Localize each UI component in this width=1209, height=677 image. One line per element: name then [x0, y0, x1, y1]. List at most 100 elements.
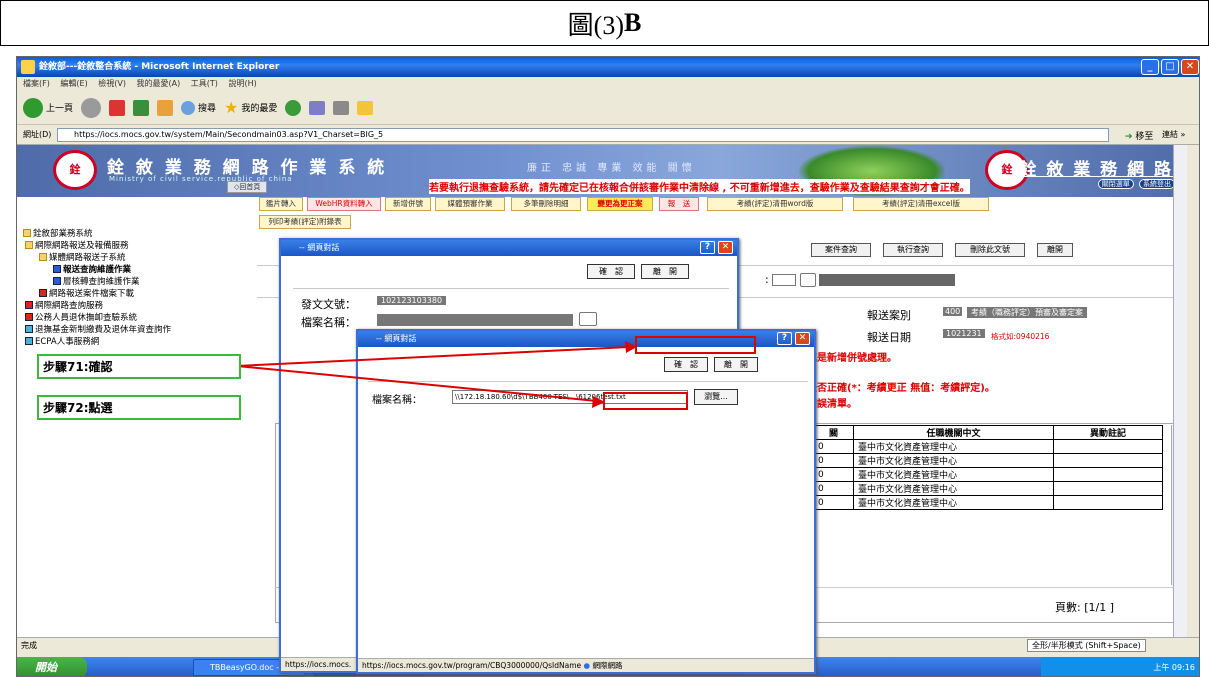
- ime-indicator[interactable]: 全形/半形模式 (Shift+Space): [1027, 639, 1146, 652]
- nav-item-online-query[interactable]: 網際網路查詢服務: [25, 299, 103, 311]
- dialog-2-close-button[interactable]: ✕: [795, 332, 810, 345]
- home-button[interactable]: [157, 99, 174, 116]
- btn-multi-delete[interactable]: 多筆刪除明細: [511, 197, 581, 211]
- page-scrollbar[interactable]: [1173, 145, 1187, 637]
- browse-button[interactable]: 瀏覽...: [694, 389, 738, 405]
- btn-webhr-import[interactable]: WebHR資料轉入: [307, 197, 381, 211]
- stop-button[interactable]: [109, 99, 126, 116]
- book-icon: [39, 289, 47, 297]
- table-row[interactable]: 0 臺中市文化資產管理中心: [813, 467, 1163, 482]
- help-button[interactable]: ?: [700, 241, 715, 254]
- nav-item-online-report[interactable]: 網際網路報送及報備服務: [25, 239, 129, 251]
- nav-item-report-query[interactable]: 報送查詢維護作業: [53, 263, 131, 275]
- links-button[interactable]: 連結 »: [1162, 125, 1185, 145]
- btn-case-query[interactable]: 案件查詢: [811, 243, 871, 257]
- table-row[interactable]: 0 臺中市文化資產管理中心: [813, 453, 1163, 468]
- dialog-1-confirm-button[interactable]: 確 認: [587, 264, 635, 279]
- dialog-1-title-bar: -- 網頁對話 ? ✕: [281, 240, 737, 256]
- btn-word-list[interactable]: 考績(評定)清冊word版: [707, 197, 843, 211]
- table-row[interactable]: 0 臺中市文化資產管理中心: [813, 481, 1163, 496]
- btn-submit-report[interactable]: 報 送: [659, 197, 699, 211]
- minimize-button[interactable]: _: [1141, 59, 1159, 75]
- help-button[interactable]: ?: [777, 332, 792, 345]
- print-button[interactable]: [333, 100, 350, 115]
- site-title-right: 銓 敘 業 務 網 路: [1019, 160, 1173, 180]
- address-bar: 網址(D) https://iocs.mocs.gov.tw/system/Ma…: [17, 125, 1199, 147]
- table-row[interactable]: 0 臺中市文化資產管理中心: [813, 439, 1163, 454]
- start-button[interactable]: 開始: [17, 657, 87, 676]
- btn-delete-docno[interactable]: 刪除此文號: [955, 243, 1025, 257]
- menu-file[interactable]: 檔案(F): [23, 79, 50, 88]
- menu-tools[interactable]: 工具(T): [191, 79, 218, 88]
- nav-root[interactable]: 銓敘部業務系統: [23, 227, 93, 239]
- btn-add-merge[interactable]: 新增併號: [385, 197, 431, 211]
- forward-arrow-icon: [81, 97, 102, 118]
- case-type-code: 400: [943, 307, 963, 316]
- close-button[interactable]: ✕: [1181, 59, 1199, 75]
- edit-button[interactable]: [357, 100, 374, 115]
- close-menu-link[interactable]: 關閉選單: [1097, 179, 1134, 189]
- btn-run-query[interactable]: 執行查詢: [883, 243, 943, 257]
- screenshot: 銓敘部---銓敘整合系統 - Microsoft Internet Explor…: [16, 56, 1200, 677]
- forward-button[interactable]: [81, 97, 102, 118]
- site-slogan: 廉正 忠誠 專業 效能 關懷: [527, 163, 696, 174]
- dialog-1-leave-button[interactable]: 離 開: [641, 264, 689, 279]
- dialog-2-leave-button[interactable]: 離 開: [714, 357, 758, 372]
- logout-link[interactable]: 系統登出: [1139, 179, 1175, 189]
- callout-step71: 步驟71:確認: [37, 354, 241, 379]
- dialog-1-close-button[interactable]: ✕: [718, 241, 733, 254]
- print-icon: [333, 100, 350, 115]
- home-link[interactable]: ◇回首頁: [227, 181, 268, 193]
- mail-button[interactable]: [309, 100, 326, 115]
- redacted-name: [819, 274, 956, 286]
- btn-change-correction[interactable]: 變更為更正案: [587, 197, 653, 211]
- nav-item-layer-query[interactable]: 層核轉查詢維護作業: [53, 275, 140, 287]
- figure-letter: B: [623, 8, 642, 37]
- maximize-button[interactable]: □: [1161, 59, 1179, 75]
- data-table: 關 任職機關中文 異動註記 0 臺中市文化資產管理中心 0 臺中市文化資產管理中心 …: [813, 425, 1163, 510]
- file-picker-button[interactable]: [579, 312, 597, 326]
- nav-item-pension-check[interactable]: 公務人員退休撫卹查驗系統: [25, 311, 137, 323]
- redacted-file-name: [377, 314, 573, 326]
- address-input[interactable]: https://iocs.mocs.gov.tw/system/Main/Sec…: [57, 128, 1109, 142]
- col-header-org: 關: [813, 425, 854, 440]
- btn-disk-import[interactable]: 鑑片轉入: [259, 197, 303, 211]
- menu-edit[interactable]: 編輯(E): [60, 79, 87, 88]
- mail-icon: [309, 100, 326, 115]
- table-row[interactable]: 0 臺中市文化資產管理中心: [813, 495, 1163, 510]
- menu-favorites[interactable]: 我的最愛(A): [137, 79, 181, 88]
- history-icon: [285, 99, 302, 116]
- go-button[interactable]: ➔ 移至: [1125, 127, 1153, 147]
- history-button[interactable]: [285, 99, 302, 116]
- file-name-label: 檔案名稱：: [301, 316, 356, 329]
- notice-message: 若要執行退撫查驗系統，請先確定已在核報合併該審作業中清除線 , 不可重新增進去，…: [429, 179, 970, 194]
- search-icon: [181, 100, 196, 115]
- favorites-button[interactable]: ★ 我的最愛: [224, 98, 277, 117]
- doc-no-value: 102123103380: [377, 296, 447, 305]
- col-header-change: 異動註記: [1053, 425, 1163, 440]
- btn-excel-list[interactable]: 考績(評定)清冊excel版: [853, 197, 989, 211]
- refresh-button[interactable]: [133, 99, 150, 116]
- action-button-row: 鑑片轉入 WebHR資料轉入 新增併號 媒體預審作業 多筆刪除明細 變更為更正案…: [257, 197, 1187, 233]
- folder-icon: [39, 253, 47, 261]
- btn-media-precheck[interactable]: 媒體預審作業: [435, 197, 505, 211]
- btn-exit[interactable]: 離開: [1037, 243, 1073, 257]
- btn-print-appendix[interactable]: 列印考績(評定)附錄表: [259, 215, 351, 229]
- table-header: 關 任職機關中文 異動註記: [813, 425, 1163, 440]
- nav-item-pension-fund[interactable]: 退撫基金新制繳費及退休年資查詢作: [25, 323, 171, 335]
- doc-no-label: 發文文號：: [301, 298, 356, 311]
- menu-view[interactable]: 檢視(V): [98, 79, 126, 88]
- dialog-2-confirm-button[interactable]: 確 認: [664, 357, 708, 372]
- menu-bar: 檔案(F) 編輯(E) 檢視(V) 我的最愛(A) 工具(T) 說明(H): [17, 77, 1199, 91]
- dialog-2: -- 網頁對話 ? ✕ 確 認 離 開 檔案名稱： \\172.18.180.6…: [356, 329, 816, 674]
- search-button[interactable]: 搜尋: [181, 100, 216, 115]
- nav-item-ecpa[interactable]: ECPA人事服務網: [25, 335, 99, 347]
- nav-item-media-report[interactable]: 媒體網路報送子系統: [39, 251, 126, 263]
- stop-icon: [109, 99, 126, 116]
- address-label: 網址(D): [23, 130, 52, 139]
- back-button[interactable]: 上一頁: [23, 97, 73, 118]
- menu-help[interactable]: 說明(H): [228, 79, 256, 88]
- arrow-icon: [53, 277, 61, 285]
- date-value[interactable]: 1021231: [943, 329, 985, 338]
- nav-item-download[interactable]: 網路報送案件檔案下載: [39, 287, 134, 299]
